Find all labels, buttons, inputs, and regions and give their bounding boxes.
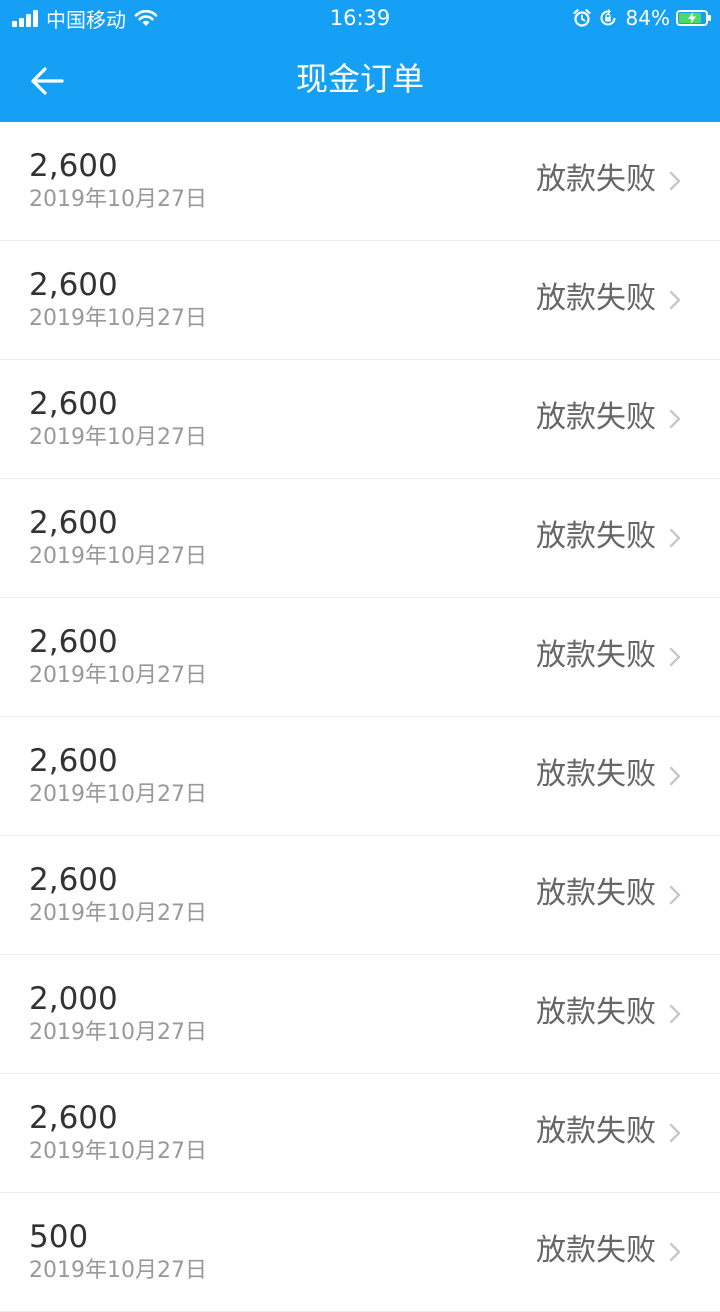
order-date: 2019年10月27日 [29, 782, 207, 807]
order-date: 2019年10月27日 [29, 544, 207, 569]
order-date: 2019年10月27日 [29, 187, 207, 212]
chevron-right-icon [669, 766, 681, 786]
order-row[interactable]: 2,600 2019年10月27日 放款失败 [0, 241, 720, 360]
rotation-lock-icon [598, 8, 618, 28]
chevron-right-icon [669, 1004, 681, 1024]
chevron-right-icon [669, 171, 681, 191]
order-date: 2019年10月27日 [29, 663, 207, 688]
order-amount: 2,600 [29, 624, 118, 660]
order-amount: 2,600 [29, 386, 118, 422]
battery-charging-icon [676, 10, 711, 26]
chevron-right-icon [669, 647, 681, 667]
order-amount: 2,000 [29, 981, 118, 1017]
order-date: 2019年10月27日 [29, 901, 207, 926]
alarm-icon [572, 8, 592, 28]
chevron-right-icon [669, 290, 681, 310]
order-status: 放款失败 [536, 162, 656, 197]
order-status: 放款失败 [536, 1114, 656, 1149]
page-title: 现金订单 [295, 60, 424, 98]
order-status: 放款失败 [536, 400, 656, 435]
order-date: 2019年10月27日 [29, 306, 207, 331]
chevron-right-icon [669, 1123, 681, 1143]
chevron-right-icon [669, 409, 681, 429]
order-amount: 2,600 [29, 505, 118, 541]
nav-bar: 现金订单 [0, 36, 720, 122]
order-row[interactable]: 2,600 2019年10月27日 放款失败 [0, 717, 720, 836]
order-row[interactable]: 2,600 2019年10月27日 放款失败 [0, 360, 720, 479]
order-date: 2019年10月27日 [29, 425, 207, 450]
order-row[interactable]: 500 2019年10月27日 放款失败 [0, 1193, 720, 1312]
order-status: 放款失败 [536, 519, 656, 554]
order-row[interactable]: 2,600 2019年10月27日 放款失败 [0, 122, 720, 241]
order-status: 放款失败 [536, 1233, 656, 1268]
order-amount: 2,600 [29, 862, 118, 898]
chevron-right-icon [669, 528, 681, 548]
chevron-right-icon [669, 885, 681, 905]
order-status: 放款失败 [536, 281, 656, 316]
order-row[interactable]: 2,000 2019年10月27日 放款失败 [0, 955, 720, 1074]
order-row[interactable]: 2,600 2019年10月27日 放款失败 [0, 836, 720, 955]
order-status: 放款失败 [536, 757, 656, 792]
battery-percent: 84% [625, 6, 670, 30]
order-date: 2019年10月27日 [29, 1139, 207, 1164]
header: 中国移动 16:39 84% 现金订单 [0, 0, 720, 122]
order-status: 放款失败 [536, 638, 656, 673]
order-status: 放款失败 [536, 995, 656, 1030]
chevron-right-icon [669, 1242, 681, 1262]
order-status: 放款失败 [536, 876, 656, 911]
order-row[interactable]: 2,600 2019年10月27日 放款失败 [0, 598, 720, 717]
order-amount: 2,600 [29, 743, 118, 779]
order-list: 2,600 2019年10月27日 放款失败 2,600 2019年10月27日… [0, 122, 720, 1312]
order-amount: 2,600 [29, 1100, 118, 1136]
status-bar: 中国移动 16:39 84% [0, 0, 720, 36]
order-date: 2019年10月27日 [29, 1258, 207, 1283]
order-amount: 2,600 [29, 148, 118, 184]
status-bar-right: 84% [566, 4, 711, 32]
order-amount: 500 [29, 1219, 89, 1255]
order-amount: 2,600 [29, 267, 118, 303]
order-date: 2019年10月27日 [29, 1020, 207, 1045]
order-row[interactable]: 2,600 2019年10月27日 放款失败 [0, 479, 720, 598]
order-row[interactable]: 2,600 2019年10月27日 放款失败 [0, 1074, 720, 1193]
